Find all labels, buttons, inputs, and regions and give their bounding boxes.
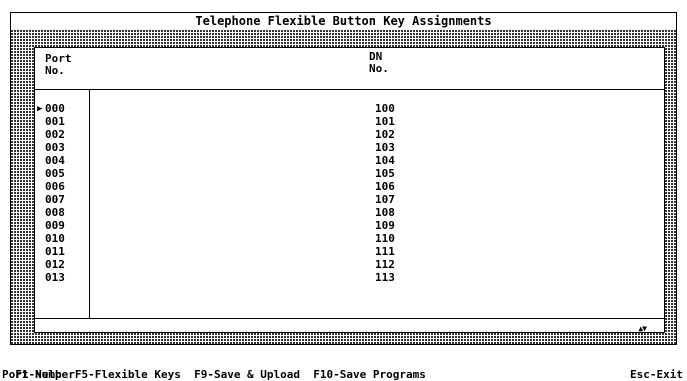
port-number-cell[interactable]: 013 [45, 272, 65, 284]
dn-number-cell[interactable]: 102 [375, 129, 395, 141]
main-window: Telephone Flexible Button Key Assignment… [10, 12, 677, 345]
window-title: Telephone Flexible Button Key Assignment… [11, 13, 676, 31]
table-row[interactable]: 010 110 [35, 233, 664, 245]
table-row[interactable]: 007 107 [35, 194, 664, 206]
port-number-cell[interactable]: 012 [45, 259, 65, 271]
port-number-cell[interactable]: 006 [45, 181, 65, 193]
port-number-cell[interactable]: 011 [45, 246, 65, 258]
scroll-arrows-icon[interactable]: ▲▼ [638, 324, 647, 333]
table-row[interactable]: 008 108 [35, 207, 664, 219]
table-row[interactable]: 009 109 [35, 220, 664, 232]
dn-number-cell[interactable]: 109 [375, 220, 395, 232]
table-row[interactable]: 002 102 [35, 129, 664, 141]
port-number-cell[interactable]: 001 [45, 116, 65, 128]
table-row[interactable]: 003 103 [35, 142, 664, 154]
port-number-cell[interactable]: 007 [45, 194, 65, 206]
dn-number-cell[interactable]: 105 [375, 168, 395, 180]
port-number-cell[interactable]: 004 [45, 155, 65, 167]
f10-save-programs-key[interactable]: F10-Save Programs [313, 369, 426, 381]
table-row[interactable]: 001 101 [35, 116, 664, 128]
port-number-cell[interactable]: 005 [45, 168, 65, 180]
table-row[interactable]: 005 105 [35, 168, 664, 180]
dn-number-cell[interactable]: 103 [375, 142, 395, 154]
port-number-cell[interactable]: 003 [45, 142, 65, 154]
port-column-header: Port No. [45, 52, 72, 77]
dn-number-cell[interactable]: 107 [375, 194, 395, 206]
port-number-cell[interactable]: 002 [45, 129, 65, 141]
dn-number-cell[interactable]: 112 [375, 259, 395, 271]
dn-number-cell[interactable]: 110 [375, 233, 395, 245]
status-line: Port Number [2, 368, 75, 381]
dn-number-cell[interactable]: 104 [375, 155, 395, 167]
esc-exit-key[interactable]: Esc-Exit [630, 369, 683, 381]
dn-number-cell[interactable]: 113 [375, 272, 395, 284]
table-row[interactable]: 012 112 [35, 259, 664, 271]
table-row[interactable]: 004 104 [35, 155, 664, 167]
dn-number-cell[interactable]: 100 [375, 103, 395, 115]
assignment-table: Port No. DN No. ▶ 000 100 001 101 002 102 003 10… [34, 47, 665, 333]
port-number-cell[interactable]: 008 [45, 207, 65, 219]
port-number-cell[interactable]: 009 [45, 220, 65, 232]
table-row[interactable]: 011 111 [35, 246, 664, 258]
function-key-bar: F1-Help F5-Flexible Keys F9-Save & Uploa… [2, 357, 685, 381]
port-number-cell[interactable]: 010 [45, 233, 65, 245]
dn-number-cell[interactable]: 111 [375, 246, 395, 258]
table-rows: ▶ 000 100 001 101 002 102 003 103 004 104 005 105 006… [35, 96, 664, 311]
dn-number-cell[interactable]: 101 [375, 116, 395, 128]
f9-save-upload-key[interactable]: F9-Save & Upload [194, 369, 300, 381]
port-number-cell[interactable]: 000 [45, 103, 65, 115]
f5-flexible-keys-key[interactable]: F5-Flexible Keys [75, 369, 181, 381]
table-row[interactable]: ▶ 000 100 [35, 103, 664, 115]
table-header: Port No. DN No. [35, 48, 664, 90]
dn-number-cell[interactable]: 106 [375, 181, 395, 193]
dn-column-header: DN No. [369, 50, 389, 75]
dn-number-cell[interactable]: 108 [375, 207, 395, 219]
row-pointer-icon: ▶ [37, 104, 43, 114]
table-bottom-separator [35, 318, 664, 319]
table-row[interactable]: 013 113 [35, 272, 664, 284]
table-row[interactable]: 006 106 [35, 181, 664, 193]
